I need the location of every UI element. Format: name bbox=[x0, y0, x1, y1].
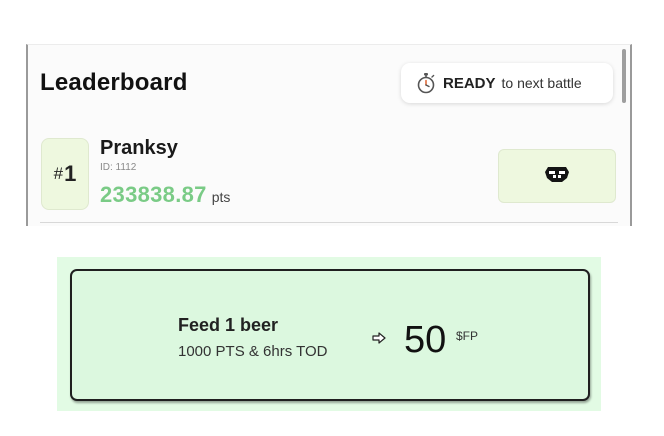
row-divider bbox=[40, 222, 618, 223]
offer-subtitle: 1000 PTS & 6hrs TOD bbox=[178, 343, 328, 360]
player-points: 233838.87 pts bbox=[100, 182, 230, 208]
feed-button[interactable] bbox=[498, 149, 616, 203]
rank-badge: # 1 bbox=[41, 138, 89, 210]
leaderboard-panel: Leaderboard READY to next battle # 1 Pra… bbox=[26, 44, 632, 226]
offer-title: Feed 1 beer bbox=[178, 315, 279, 335]
points-unit: pts bbox=[211, 189, 231, 205]
scrollbar[interactable] bbox=[622, 49, 626, 103]
offer-price: 50 bbox=[404, 319, 447, 361]
feed-offer-card[interactable]: Feed 1 beer 1000 PTS & 6hrs TOD 50 $FP bbox=[70, 269, 590, 401]
player-id: ID: 1112 bbox=[100, 162, 137, 173]
page-title: Leaderboard bbox=[40, 69, 188, 96]
ready-status-text: to next battle bbox=[501, 75, 582, 91]
battle-status-pill: READY to next battle bbox=[401, 63, 613, 103]
ready-status: READY bbox=[443, 74, 496, 92]
rank-prefix: # bbox=[53, 164, 64, 183]
offer-currency: $FP bbox=[456, 329, 479, 343]
stopwatch-icon bbox=[415, 72, 437, 94]
player-name: Pranksy bbox=[100, 137, 178, 159]
feed-bowl-icon bbox=[542, 163, 572, 190]
arrow-right-icon bbox=[372, 331, 386, 344]
points-value: 233838.87 bbox=[100, 182, 207, 207]
rank-number: 1 bbox=[64, 161, 77, 186]
